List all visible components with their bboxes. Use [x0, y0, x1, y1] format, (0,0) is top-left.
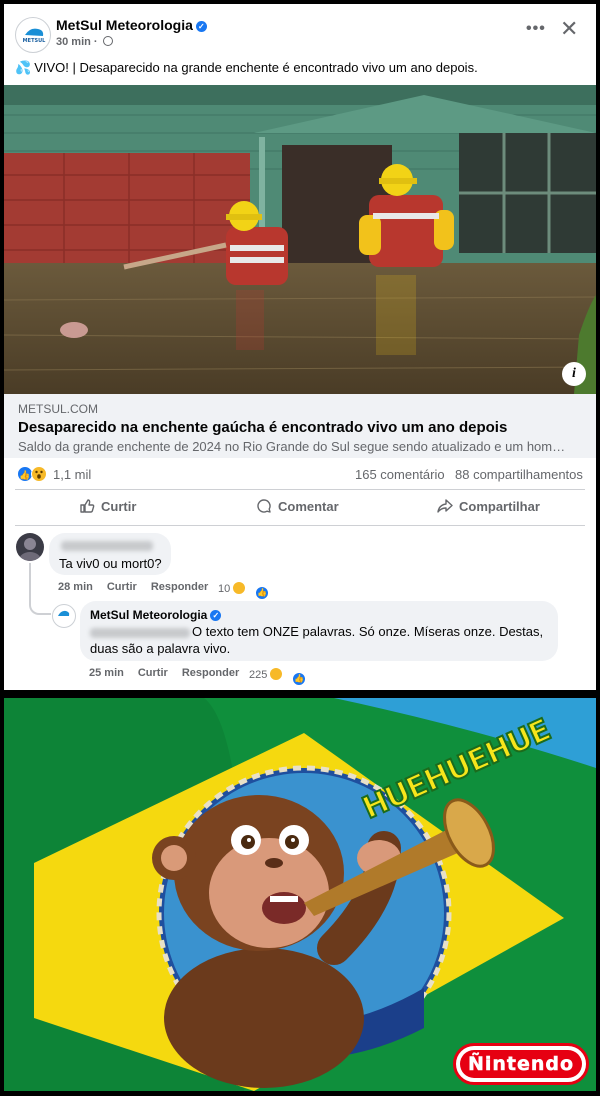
commenter-avatar[interactable] — [16, 533, 44, 561]
meme-image: HUEHUEHUE — [4, 698, 596, 1091]
thumbs-up-icon — [80, 499, 95, 513]
close-icon[interactable]: ✕ — [560, 16, 578, 42]
link-description: Saldo da grande enchente de 2024 no Rio … — [18, 439, 566, 454]
page-name[interactable]: MetSul Meteorologia ✓ — [56, 17, 207, 33]
nintendo-logo-text: Ñintendo — [460, 1050, 582, 1078]
comment-icon — [257, 499, 271, 513]
share-count[interactable]: 88 compartilhamentos — [455, 467, 583, 482]
post-actions: Curtir Comentar Compartilhar — [4, 492, 596, 524]
comment-label: Comentar — [278, 499, 339, 514]
flood-rescue-photo — [4, 85, 596, 394]
verified-badge-icon: ✓ — [210, 610, 222, 621]
metsul-logo-icon — [58, 610, 70, 616]
metsul-logo-icon: METSUL — [23, 28, 46, 44]
haha-reaction-icon — [232, 581, 247, 595]
commenter-name-blurred — [61, 541, 153, 551]
link-domain: METSUL.COM — [18, 402, 99, 416]
post-meta: 30 min · — [56, 36, 113, 48]
reply-bubble: MetSul Meteorologia ✓ O texto tem ONZE pa… — [80, 601, 558, 661]
page-avatar[interactable]: METSUL — [15, 17, 51, 53]
reaction-count[interactable]: 1,1 mil — [53, 467, 91, 482]
info-icon[interactable]: i — [562, 362, 586, 386]
reply-reaction-count: 225 — [249, 669, 268, 681]
post-time[interactable]: 30 min — [56, 36, 91, 48]
post-message: VIVO! | Desaparecido na grande enchente … — [34, 60, 478, 75]
reply-reply-button[interactable]: Responder — [182, 667, 239, 679]
globe-icon — [102, 36, 113, 46]
comment-meta: 28 min Curtir Responder — [58, 581, 222, 593]
comment-button[interactable]: Comentar — [256, 498, 339, 514]
like-reaction-icon: 👍 — [255, 586, 270, 600]
reply-avatar[interactable] — [52, 604, 76, 628]
post-stats: 👍 1,1 mil 165 comentário 88 compartilham… — [4, 462, 596, 488]
comment-reaction-count: 10 — [218, 583, 231, 595]
link-title[interactable]: Desaparecido na enchente gaúcha é encont… — [18, 419, 507, 436]
like-label: Curtir — [101, 499, 137, 514]
comment-text: Ta viv0 ou mort0? — [59, 556, 162, 571]
svg-text:METSUL: METSUL — [23, 38, 46, 44]
reply-time[interactable]: 25 min — [89, 667, 124, 679]
post-header: METSUL MetSul Meteorologia ✓ 30 min · •••… — [4, 4, 596, 60]
like-button[interactable]: Curtir — [79, 498, 136, 514]
haha-reaction-icon — [269, 667, 284, 681]
share-button[interactable]: Compartilhar — [437, 498, 540, 514]
reply-author[interactable]: MetSul Meteorologia ✓ — [90, 608, 222, 622]
reply-author-name[interactable]: MetSul Meteorologia — [90, 608, 207, 622]
reply-text: O texto tem ONZE palavras. Só onze. Míse… — [90, 624, 544, 656]
share-label: Compartilhar — [459, 499, 540, 514]
wow-reaction-icon — [31, 466, 47, 482]
more-options-icon[interactable]: ••• — [526, 20, 546, 38]
nintendo-logo: Ñintendo — [453, 1043, 589, 1085]
comment-bubble: Ta viv0 ou mort0? — [49, 533, 171, 575]
verified-badge-icon: ✓ — [195, 21, 207, 32]
comment-count[interactable]: 165 comentário — [355, 467, 445, 482]
reply-reactions[interactable]: 225 👍 — [249, 667, 320, 686]
like-reaction-icon: 👍 — [292, 672, 307, 686]
divider — [15, 489, 585, 490]
comment-like-button[interactable]: Curtir — [107, 581, 137, 593]
share-icon — [437, 499, 453, 513]
comment-reactions[interactable]: 10 👍 — [218, 581, 283, 600]
link-preview[interactable]: METSUL.COM Desaparecido na enchente gaúc… — [4, 394, 596, 458]
reply-meta: 25 min Curtir Responder — [89, 667, 253, 679]
post-image[interactable]: i — [4, 85, 596, 394]
divider — [15, 525, 585, 526]
page-name-text[interactable]: MetSul Meteorologia — [56, 17, 193, 33]
droplets-icon: 💦 — [15, 60, 32, 75]
reply-like-button[interactable]: Curtir — [138, 667, 168, 679]
comment-reply-button[interactable]: Responder — [151, 581, 208, 593]
facebook-post: METSUL MetSul Meteorologia ✓ 30 min · •••… — [4, 4, 596, 690]
thread-line — [29, 563, 51, 615]
post-text: 💦 VIVO! | Desaparecido na grande enchente… — [15, 60, 478, 76]
comment-time[interactable]: 28 min — [58, 581, 93, 593]
